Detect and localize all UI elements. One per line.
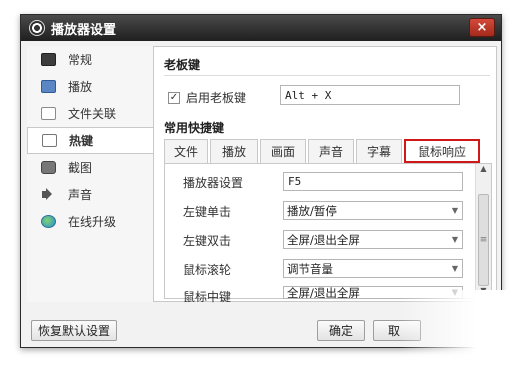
tab-mouse-response[interactable]: 鼠标响应: [404, 139, 480, 163]
hotkey-settings-pane: 老板键 ✓ 启用老板键 Alt + X 常用快捷键 文件 播放 画面 声音 字幕…: [153, 46, 497, 304]
left-double-click-value: 全屏/退出全屏: [287, 232, 360, 247]
common-hotkeys-heading: 常用快捷键: [164, 121, 225, 135]
boss-key-toggle[interactable]: ✓ 启用老板键: [168, 89, 246, 106]
sidebar-item-label: 播放: [68, 80, 93, 94]
mouse-wheel-value: 调节音量: [287, 261, 333, 276]
file-association-icon: [41, 107, 56, 120]
chevron-down-icon: ▼: [451, 264, 458, 273]
boss-key-checkbox[interactable]: ✓: [168, 91, 180, 104]
app-logo-icon: [29, 20, 45, 36]
close-button[interactable]: ×: [469, 18, 495, 37]
sidebar-item-sound[interactable]: 声音: [27, 181, 153, 208]
camera-icon: [41, 161, 56, 174]
globe-update-icon: [41, 215, 56, 228]
left-double-click-label: 左键双击: [183, 234, 232, 248]
hotkey-tabs: 文件 播放 画面 声音 字幕 鼠标响应: [164, 139, 482, 163]
left-click-label: 左键单击: [183, 205, 232, 219]
scroll-up-icon[interactable]: ▲: [476, 164, 491, 178]
settings-sidebar: 常规 播放 文件关联 热键 截图 声音 在线升级: [27, 46, 153, 302]
left-click-value: 播放/暂停: [287, 203, 337, 218]
middle-click-value: 全屏/退出全屏: [287, 286, 360, 299]
left-double-click-select[interactable]: 全屏/退出全屏 ▼: [283, 230, 463, 249]
hotkey-icon: [42, 134, 57, 147]
scrollbar-thumb[interactable]: ≡: [478, 194, 489, 286]
tab-subtitle[interactable]: 字幕: [356, 139, 402, 163]
sidebar-item-label: 热键: [69, 134, 94, 148]
boss-key-heading: 老板键: [164, 58, 201, 72]
restore-defaults-button[interactable]: 恢复默认设置: [31, 320, 117, 341]
ok-button[interactable]: 确定: [317, 320, 365, 341]
sidebar-item-label: 常规: [68, 53, 93, 67]
general-icon: [41, 53, 56, 66]
left-click-select[interactable]: 播放/暂停 ▼: [283, 201, 463, 220]
sidebar-item-playback[interactable]: 播放: [27, 73, 153, 100]
sidebar-item-label: 声音: [68, 188, 93, 202]
window-title: 播放器设置: [51, 22, 117, 38]
title-bar: 播放器设置 ×: [21, 15, 501, 41]
section-divider: [164, 75, 490, 76]
middle-click-label: 鼠标中键: [183, 290, 232, 304]
mouse-wheel-label: 鼠标滚轮: [183, 263, 232, 277]
panel-scrollbar[interactable]: ▲ ≡ ▼: [475, 164, 491, 300]
sidebar-item-label: 在线升级: [68, 215, 117, 229]
sidebar-item-general[interactable]: 常规: [27, 46, 153, 73]
sidebar-item-label: 文件关联: [68, 107, 117, 121]
sidebar-item-online-update[interactable]: 在线升级: [27, 208, 153, 235]
boss-key-checkbox-label: 启用老板键: [186, 91, 247, 105]
sidebar-item-screenshot[interactable]: 截图: [27, 154, 153, 181]
tab-video[interactable]: 画面: [260, 139, 306, 163]
sidebar-item-label: 截图: [68, 161, 93, 175]
tab-file[interactable]: 文件: [164, 139, 208, 163]
chevron-down-icon: ▼: [451, 235, 458, 244]
image-edge-fade: [400, 290, 528, 366]
tab-audio[interactable]: 声音: [308, 139, 354, 163]
tab-playback[interactable]: 播放: [210, 139, 258, 163]
settings-shortcut-input[interactable]: F5: [283, 172, 463, 191]
chevron-down-icon: ▼: [451, 206, 458, 215]
mouse-wheel-select[interactable]: 调节音量 ▼: [283, 259, 463, 278]
mouse-response-panel: 播放器设置 F5 左键单击 播放/暂停 ▼ 左键双击 全屏/退出全屏 ▼ 鼠标滚…: [164, 163, 492, 304]
settings-shortcut-label: 播放器设置: [183, 176, 244, 190]
speaker-icon: [41, 188, 56, 201]
boss-key-input[interactable]: Alt + X: [280, 85, 460, 105]
playback-icon: [41, 80, 56, 93]
sidebar-item-hotkey[interactable]: 热键: [27, 127, 153, 154]
sidebar-item-file-association[interactable]: 文件关联: [27, 100, 153, 127]
